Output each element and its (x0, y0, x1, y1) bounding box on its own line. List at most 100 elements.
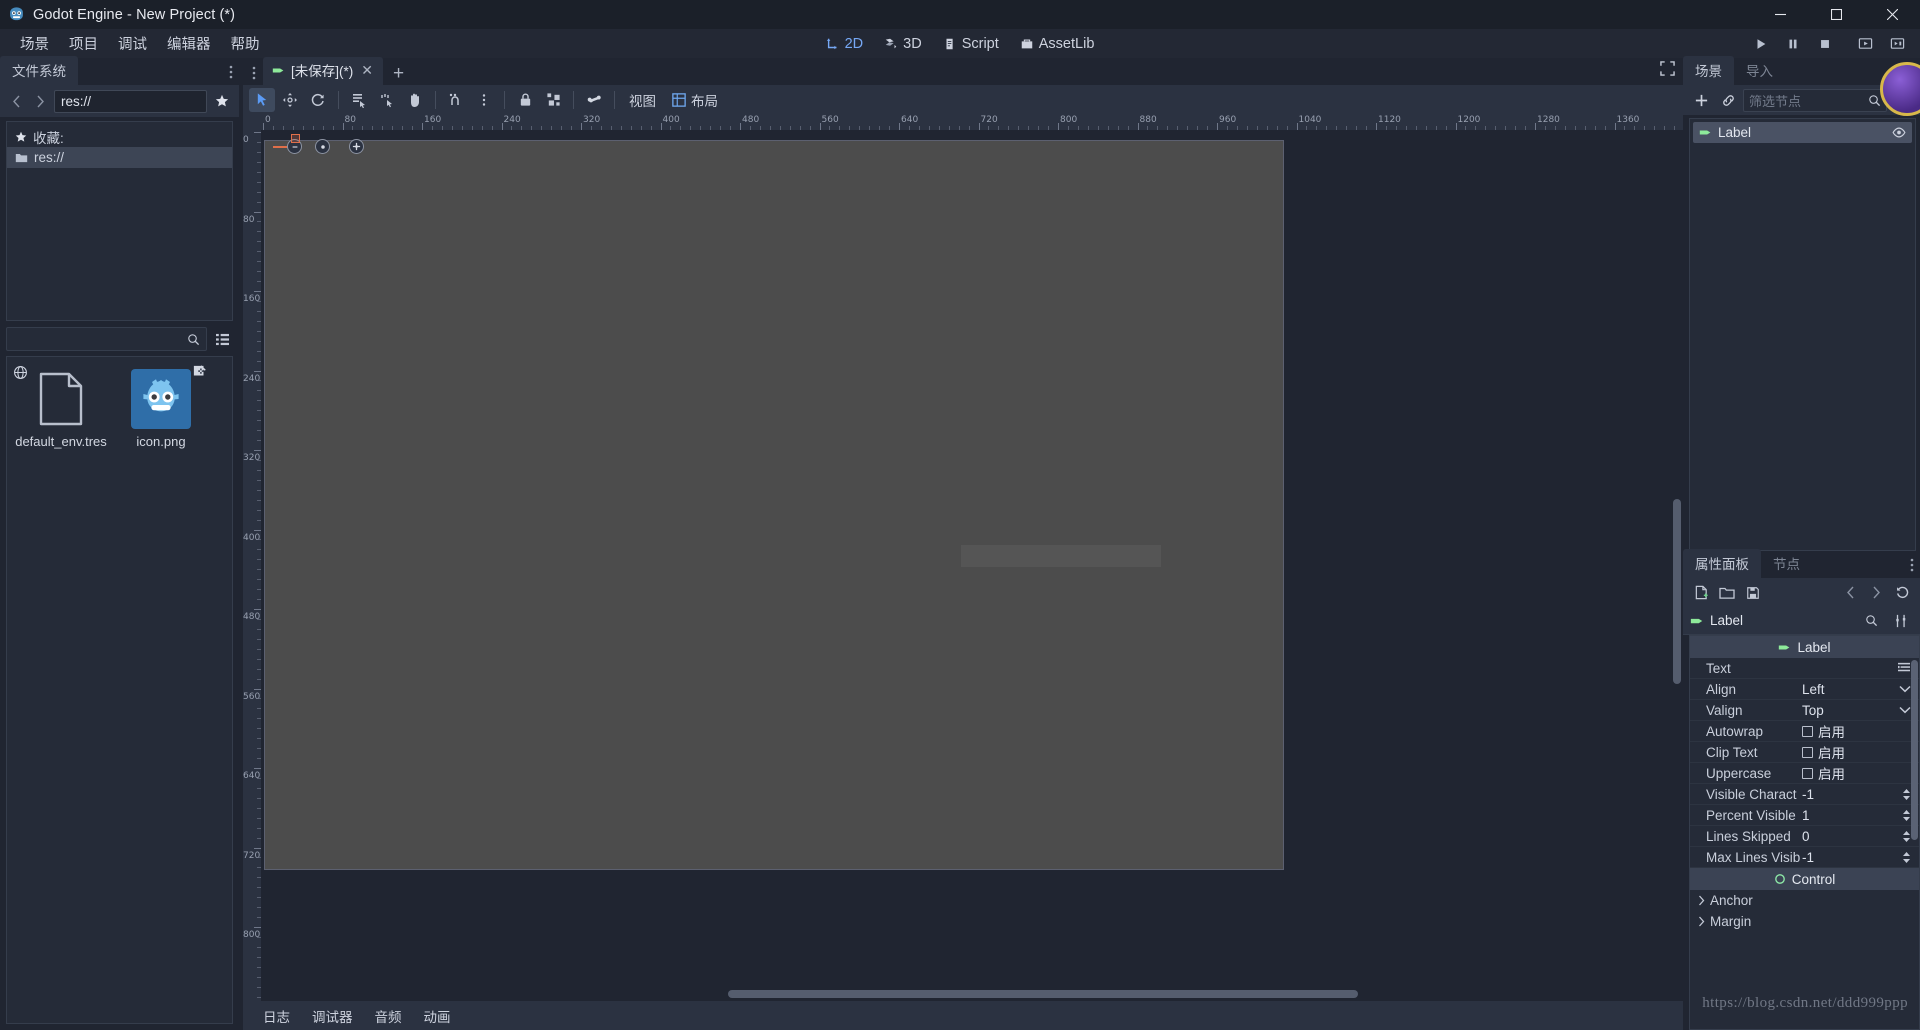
tree-row-favorites[interactable]: 收藏: (7, 126, 232, 147)
filesystem-file-grid[interactable]: default_env.tres icon.png (6, 356, 233, 1024)
tab-node[interactable]: 节点 (1761, 549, 1812, 578)
gizmo-pivot-handle[interactable] (349, 139, 364, 154)
distraction-free-button[interactable] (1660, 61, 1675, 81)
file-item-icon-png[interactable]: icon.png (111, 363, 211, 455)
spinner-icon[interactable] (1902, 851, 1911, 864)
property-value[interactable]: Left (1802, 682, 1899, 697)
rotate-mode-tool[interactable] (305, 88, 331, 112)
property-autowrap[interactable]: Autowrap 启用 (1690, 721, 1919, 742)
selection-handle[interactable] (291, 134, 300, 143)
spinner-icon[interactable] (1902, 788, 1911, 801)
snap-mode-tool[interactable] (443, 88, 469, 112)
close-button[interactable] (1864, 0, 1920, 29)
tab-animation[interactable]: 动画 (414, 1002, 461, 1030)
history-back-button[interactable] (1838, 581, 1862, 605)
property-value[interactable]: 0 (1802, 829, 1902, 844)
property-max-lines-visible[interactable]: Max Lines Visib -1 (1690, 847, 1919, 868)
viewport-2d[interactable] (261, 130, 1683, 1001)
viewport-vertical-scrollbar[interactable] (1673, 134, 1681, 977)
filesystem-tree[interactable]: 收藏: res:// (6, 121, 233, 321)
new-resource-button[interactable] (1689, 581, 1713, 605)
property-value[interactable]: -1 (1802, 787, 1902, 802)
load-resource-button[interactable] (1715, 581, 1739, 605)
play-scene-button[interactable] (1850, 32, 1880, 56)
add-scene-tab-button[interactable]: + (385, 64, 412, 85)
filter-nodes-input[interactable]: 筛选节点 (1743, 88, 1887, 112)
add-node-button[interactable] (1689, 88, 1713, 112)
view-menu-button[interactable]: 视图 (622, 87, 663, 113)
inspector-menu-button[interactable] (1910, 557, 1914, 578)
gizmo-anchor-handle[interactable] (315, 139, 330, 154)
filesystem-menu-button[interactable] (229, 64, 233, 85)
scene-tabs-menu-button[interactable] (247, 61, 261, 85)
tab-3d[interactable]: 3D (875, 33, 931, 55)
inspector-scrollbar[interactable] (1911, 660, 1918, 840)
scene-tab-unsaved[interactable]: [未保存](*) ✕ (263, 57, 383, 85)
property-value[interactable]: 1 (1802, 808, 1902, 823)
history-button[interactable] (1890, 581, 1914, 605)
inspector-properties[interactable]: Label Text Align Left Valign Top Autowra… (1689, 635, 1920, 1030)
stop-button[interactable] (1810, 32, 1840, 56)
skeleton-tool[interactable] (581, 88, 607, 112)
filesystem-search-input[interactable] (6, 327, 207, 351)
pause-button[interactable] (1778, 32, 1808, 56)
list-select-tool[interactable] (346, 88, 372, 112)
menu-scene[interactable]: 场景 (10, 30, 59, 57)
property-valign[interactable]: Valign Top (1690, 700, 1919, 721)
favorite-toggle-button[interactable] (211, 90, 233, 112)
section-anchor[interactable]: Anchor (1690, 890, 1919, 911)
inspector-search-button[interactable] (1859, 609, 1883, 633)
file-item-default-env[interactable]: default_env.tres (11, 363, 111, 455)
menu-editor[interactable]: 编辑器 (157, 30, 221, 57)
property-value[interactable]: Top (1802, 703, 1899, 718)
section-margin[interactable]: Margin (1690, 911, 1919, 932)
spinner-icon[interactable] (1902, 830, 1911, 843)
property-uppercase[interactable]: Uppercase 启用 (1690, 763, 1919, 784)
chevron-down-icon[interactable] (1899, 706, 1911, 714)
property-visible-characters[interactable]: Visible Charact -1 (1690, 784, 1919, 805)
minimize-button[interactable] (1752, 0, 1808, 29)
play-button[interactable] (1746, 32, 1776, 56)
play-custom-scene-button[interactable] (1882, 32, 1912, 56)
nav-back-button[interactable] (6, 90, 26, 112)
property-text[interactable]: Text (1690, 658, 1919, 679)
spinner-icon[interactable] (1902, 809, 1911, 822)
uppercase-checkbox[interactable] (1802, 767, 1813, 779)
layout-menu-button[interactable]: 布局 (665, 87, 725, 113)
clip-text-checkbox[interactable] (1802, 746, 1813, 758)
tab-inspector[interactable]: 属性面板 (1683, 549, 1761, 578)
move-mode-tool[interactable] (277, 88, 303, 112)
viewport-horizontal-scrollbar[interactable] (273, 990, 1653, 998)
maximize-button[interactable] (1808, 0, 1864, 29)
select-mode-tool[interactable] (249, 87, 275, 112)
tab-audio[interactable]: 音频 (365, 1002, 412, 1030)
tab-output[interactable]: 日志 (253, 1002, 300, 1030)
tab-filesystem[interactable]: 文件系统 (0, 56, 78, 85)
eye-icon[interactable] (1892, 127, 1906, 138)
tab-2d[interactable]: 2D (817, 33, 873, 55)
tree-row-res[interactable]: res:// (7, 147, 232, 168)
pan-mode-tool[interactable] (402, 88, 428, 112)
inspector-tools-button[interactable] (1889, 609, 1913, 633)
property-align[interactable]: Align Left (1690, 679, 1919, 700)
tab-debugger[interactable]: 调试器 (302, 1002, 363, 1030)
path-input[interactable]: res:// (54, 89, 207, 113)
group-tool[interactable] (540, 88, 566, 112)
property-value[interactable]: -1 (1802, 850, 1902, 865)
scene-tree[interactable]: Label (1689, 118, 1916, 551)
menu-help[interactable]: 帮助 (221, 30, 270, 57)
menu-debug[interactable]: 调试 (108, 30, 157, 57)
property-clip-text[interactable]: Clip Text 启用 (1690, 742, 1919, 763)
filesystem-view-mode-button[interactable] (211, 328, 233, 350)
property-percent-visible[interactable]: Percent Visible 1 (1690, 805, 1919, 826)
instance-scene-button[interactable] (1716, 88, 1740, 112)
scene-node-label[interactable]: Label (1693, 122, 1912, 143)
lock-tool[interactable] (512, 88, 538, 112)
multiline-edit-icon[interactable] (1897, 662, 1911, 674)
property-lines-skipped[interactable]: Lines Skipped 0 (1690, 826, 1919, 847)
history-forward-button[interactable] (1864, 581, 1888, 605)
scene-tab-close-button[interactable]: ✕ (359, 63, 375, 77)
ruler-mode-tool[interactable] (374, 88, 400, 112)
save-resource-button[interactable] (1741, 581, 1765, 605)
canvas-area[interactable]: 0 80 160 240 320 400 480 560 640 720 800 880 960 1040… (243, 114, 1683, 1001)
